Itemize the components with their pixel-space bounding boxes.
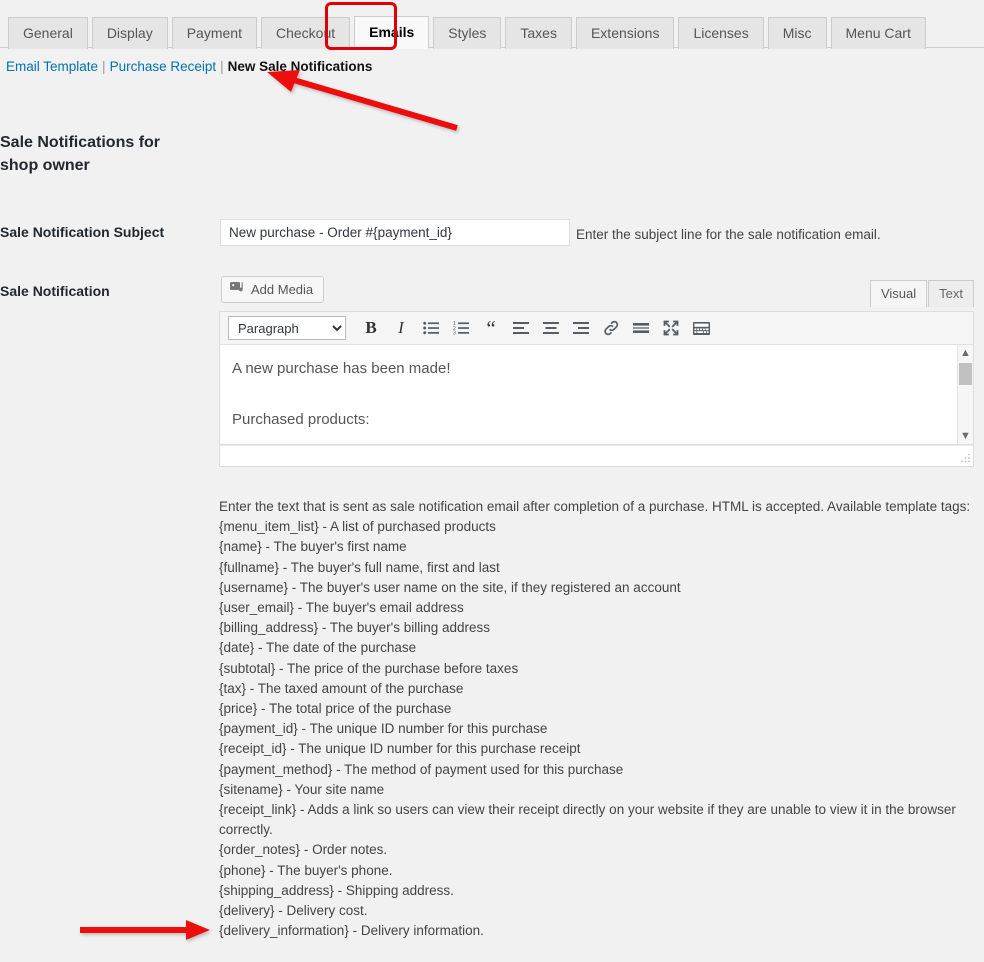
align-center-icon[interactable]	[537, 315, 565, 341]
scroll-up-arrow-icon[interactable]: ▲	[958, 345, 973, 361]
sale-notification-subject-input[interactable]	[220, 219, 570, 246]
template-tag-line: {username} - The buyer's user name on th…	[219, 579, 681, 595]
editor-tab-text[interactable]: Text	[928, 280, 974, 307]
subnav-current-new-sale-notifications: New Sale Notifications	[227, 59, 373, 74]
tab-general[interactable]: General	[8, 17, 88, 49]
page-title: Sale Notifications for shop owner	[0, 134, 161, 175]
wp-editor: Add Media VisualText ParagraphHeading 1H…	[219, 276, 974, 467]
insert-read-more-icon[interactable]	[627, 315, 655, 341]
add-media-label: Add Media	[251, 282, 314, 297]
align-right-icon[interactable]	[567, 315, 595, 341]
tab-menu-cart[interactable]: Menu Cart	[830, 17, 926, 49]
editor-content-area[interactable]: A new purchase has been made! Purchased …	[219, 345, 974, 445]
description-intro: Enter the text that is sent as sale noti…	[219, 499, 971, 514]
add-media-button[interactable]: Add Media	[221, 276, 325, 303]
tab-payment[interactable]: Payment	[171, 17, 257, 49]
italic-icon[interactable]: I	[387, 315, 415, 341]
template-tag-line: {price} - The total price of the purchas…	[219, 701, 452, 717]
subnav-separator: |	[220, 59, 224, 74]
numbered-list-icon[interactable]: 1 2 3	[447, 315, 475, 341]
editor-text[interactable]: A new purchase has been made! Purchased …	[220, 345, 973, 427]
template-tag-line: {sitename} - Your site name	[219, 781, 385, 797]
template-tag-line: {receipt_id} - The unique ID number for …	[219, 741, 581, 757]
template-tags-description: Enter the text that is sent as sale noti…	[219, 497, 976, 941]
template-tag-line: {shipping_address} - Shipping address.	[219, 882, 454, 898]
link-icon[interactable]	[597, 315, 625, 341]
editor-status-bar	[219, 445, 974, 467]
scrollbar-thumb[interactable]	[959, 363, 972, 385]
tab-licenses[interactable]: Licenses	[678, 17, 764, 49]
template-tag-line: {delivery} - Delivery cost.	[219, 903, 368, 919]
template-tag-line: {menu_item_list} - A list of purchased p…	[219, 519, 496, 535]
sale-notification-subject-label: Sale Notification Subject	[0, 224, 165, 240]
sale-notification-subject-description: Enter the subject line for the sale noti…	[576, 227, 881, 242]
subnav-separator: |	[102, 59, 106, 74]
arrow-to-new-sale-notifications	[267, 70, 458, 131]
blockquote-icon[interactable]: “	[477, 315, 505, 341]
media-icon	[230, 281, 245, 298]
editor-resize-handle[interactable]	[960, 453, 971, 464]
tab-emails[interactable]: Emails	[354, 16, 430, 49]
tab-extensions[interactable]: Extensions	[575, 17, 675, 49]
tab-checkout[interactable]: Checkout	[260, 17, 351, 49]
subnav-link-purchase-receipt[interactable]: Purchase Receipt	[110, 59, 217, 74]
scroll-down-arrow-icon[interactable]: ▼	[958, 428, 973, 444]
template-tag-line: {payment_method} - The method of payment…	[219, 761, 624, 777]
svg-text:3: 3	[453, 331, 456, 335]
editor-paragraph-1: A new purchase has been made!	[232, 360, 451, 377]
editor-toolbar: ParagraphHeading 1Heading 2Heading 3Head…	[219, 311, 974, 345]
template-tag-line: {fullname} - The buyer's full name, firs…	[219, 559, 500, 575]
template-tag-line: {billing_address} - The buyer's billing …	[219, 620, 490, 636]
paragraph-format-select[interactable]: ParagraphHeading 1Heading 2Heading 3Head…	[228, 316, 346, 340]
settings-tab-bar: General Display Payment Checkout Emails Style…	[0, 0, 984, 50]
align-left-icon[interactable]	[507, 315, 535, 341]
bulleted-list-icon[interactable]	[417, 315, 445, 341]
template-tag-line: {subtotal} - The price of the purchase b…	[219, 660, 519, 676]
template-tag-line: {tax} - The taxed amount of the purchase	[219, 680, 464, 696]
tab-taxes[interactable]: Taxes	[505, 17, 572, 49]
template-tag-line: {payment_id} - The unique ID number for …	[219, 721, 548, 737]
arrow-to-delivery-tag	[80, 920, 210, 940]
template-tag-line: {date} - The date of the purchase	[219, 640, 417, 656]
template-tag-line: {order_notes} - Order notes.	[219, 842, 388, 858]
tab-misc[interactable]: Misc	[767, 17, 827, 49]
sale-notification-label: Sale Notification	[0, 283, 110, 299]
template-tag-line: {name} - The buyer's first name	[219, 539, 407, 555]
template-tag-line: {delivery_information} - Delivery inform…	[219, 923, 484, 939]
editor-top-bar: Add Media Visual Text	[219, 276, 974, 311]
bold-icon[interactable]: B	[357, 315, 385, 341]
email-subnav: Email Template | Purchase Receipt | New Sale…	[6, 59, 372, 74]
template-tag-line: {user_email} - The buyer's email address	[219, 600, 464, 616]
settings-tab-list: General Display Payment Checkout Emails Style…	[8, 8, 930, 49]
tab-styles[interactable]: Styles	[433, 17, 502, 49]
fullscreen-icon[interactable]	[657, 315, 685, 341]
subnav-link-email-template[interactable]: Email Template	[6, 59, 98, 74]
editor-tab-visual[interactable]: Visual	[869, 280, 928, 307]
tab-display[interactable]: Display	[91, 17, 168, 49]
template-tag-line: {receipt_link} - Adds a link so users ca…	[219, 802, 956, 838]
editor-scrollbar[interactable]: ▲ ▼	[957, 345, 973, 444]
editor-mode-tabs: Visual Text	[869, 280, 974, 307]
toolbar-toggle-icon[interactable]	[687, 315, 715, 341]
template-tag-line: {phone} - The buyer's phone.	[219, 862, 393, 878]
editor-paragraph-2: Purchased products:	[232, 411, 370, 428]
